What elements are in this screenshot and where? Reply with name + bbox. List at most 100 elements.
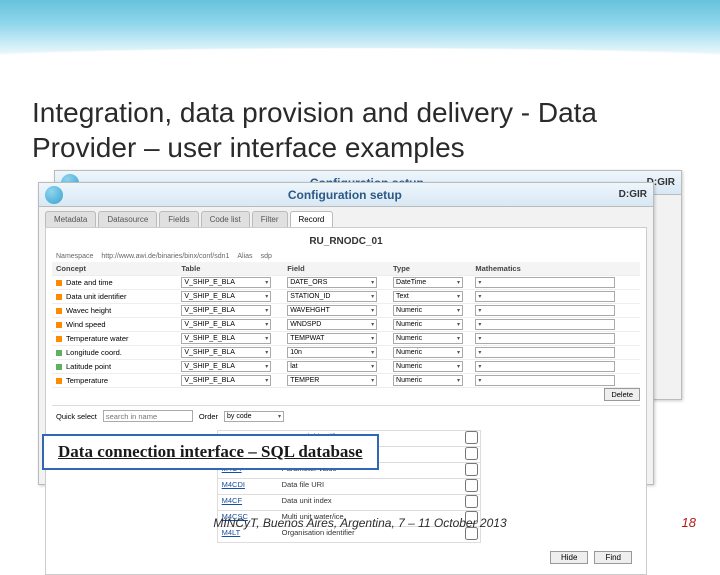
col-type: Type (393, 264, 475, 273)
type-select[interactable]: Numeric (393, 319, 463, 330)
namespace-label: Namespace (56, 253, 93, 260)
table-select[interactable]: V_SHIP_E_BLA (181, 277, 271, 288)
row-bullet-icon (56, 336, 62, 342)
caption-box: Data connection interface – SQL database (42, 434, 379, 470)
row-bullet-icon (56, 364, 62, 370)
topbar-title: Configuration setup (71, 188, 619, 202)
table-row: Data unit identifier V_SHIP_E_BLA STATION_… (52, 290, 640, 304)
field-select[interactable]: lat (287, 361, 377, 372)
alias-label: Alias (237, 253, 252, 260)
math-select[interactable] (475, 291, 615, 302)
bottom-buttons: Hide Find (52, 547, 640, 568)
field-select[interactable]: TEMPWAT (287, 333, 377, 344)
type-select[interactable]: Numeric (393, 305, 463, 316)
concept-cell: Temperature water (66, 334, 129, 343)
concept-cell: Wavec height (66, 306, 111, 315)
table-select[interactable]: V_SHIP_E_BLA (181, 361, 271, 372)
order-select[interactable]: by code (224, 411, 284, 422)
math-select[interactable] (475, 361, 615, 372)
math-select[interactable] (475, 277, 615, 288)
math-select[interactable] (475, 333, 615, 344)
row-bullet-icon (56, 378, 62, 384)
type-select[interactable]: Numeric (393, 361, 463, 372)
col-field: Field (287, 264, 393, 273)
table-select[interactable]: V_SHIP_E_BLA (181, 347, 271, 358)
namespace-value: http://www.awi.de/binaries/binx/conf/sdn… (101, 253, 229, 260)
code-desc: Data unit index (278, 495, 463, 510)
type-select[interactable]: Numeric (393, 333, 463, 344)
row-bullet-icon (56, 280, 62, 286)
table-row: Wavec height V_SHIP_E_BLA WAVEHGHT Numeric (52, 304, 640, 318)
math-select[interactable] (475, 347, 615, 358)
concept-cell: Data unit identifier (66, 292, 126, 301)
col-math: Mathematics (475, 264, 640, 273)
tab-fields[interactable]: Fields (159, 211, 198, 227)
tabbar: Metadata Datasource Fields Code list Fil… (39, 207, 653, 227)
tab-codelist[interactable]: Code list (201, 211, 250, 227)
col-concept: Concept (52, 264, 181, 273)
concept-cell: Longitude coord. (66, 348, 122, 357)
code-checkbox[interactable] (465, 447, 478, 460)
find-button[interactable]: Find (594, 551, 632, 564)
code-link[interactable]: M4CF (218, 495, 278, 510)
type-select[interactable]: Numeric (393, 375, 463, 386)
table-select[interactable]: V_SHIP_E_BLA (181, 291, 271, 302)
app-logo-icon (45, 186, 63, 204)
table-select[interactable]: V_SHIP_E_BLA (181, 305, 271, 316)
col-table: Table (181, 264, 287, 273)
list-item: M4CDIData file URI (217, 479, 482, 495)
field-select[interactable]: WAVEHGHT (287, 305, 377, 316)
concept-cell: Date and time (66, 278, 113, 287)
code-checkbox[interactable] (465, 463, 478, 476)
code-checkbox[interactable] (465, 479, 478, 492)
table-row: Latitude point V_SHIP_E_BLA lat Numeric (52, 360, 640, 374)
table-select[interactable]: V_SHIP_E_BLA (181, 319, 271, 330)
tab-record[interactable]: Record (290, 211, 334, 227)
table-row: Longitude coord. V_SHIP_E_BLA 10n Numeric (52, 346, 640, 360)
topbar: Configuration setup D:GIR (39, 183, 653, 207)
namespace-row: Namespace http://www.awi.de/binaries/bin… (52, 251, 640, 262)
row-bullet-icon (56, 308, 62, 314)
code-checkbox[interactable] (465, 495, 478, 508)
field-select[interactable]: STATION_ID (287, 291, 377, 302)
tab-filter[interactable]: Filter (252, 211, 288, 227)
topbar-brand: D:GIR (619, 189, 647, 200)
page-number: 18 (682, 515, 696, 530)
field-select[interactable]: DATE_ORS (287, 277, 377, 288)
field-select[interactable]: WNDSPD (287, 319, 377, 330)
concept-cell: Temperature (66, 376, 108, 385)
concept-cell: Wind speed (66, 320, 106, 329)
math-select[interactable] (475, 319, 615, 330)
row-bullet-icon (56, 322, 62, 328)
type-select[interactable]: DateTime (393, 277, 463, 288)
delete-button[interactable]: Delete (604, 388, 640, 401)
alias-value: sdp (261, 253, 272, 260)
table-select[interactable]: V_SHIP_E_BLA (181, 375, 271, 386)
order-label: Order (199, 412, 218, 421)
code-desc: Data file URI (278, 479, 463, 494)
slide-title: Integration, data provision and delivery… (32, 95, 688, 165)
code-checkbox[interactable] (465, 431, 478, 444)
list-item: M4CFData unit index (217, 495, 482, 511)
panel-name: RU_RNODC_01 (52, 234, 640, 251)
math-select[interactable] (475, 305, 615, 316)
field-select[interactable]: TEMPER (287, 375, 377, 386)
concept-cell: Latitude point (66, 362, 111, 371)
type-select[interactable]: Numeric (393, 347, 463, 358)
hide-button[interactable]: Hide (550, 551, 588, 564)
row-bullet-icon (56, 294, 62, 300)
code-link[interactable]: M4CDI (218, 479, 278, 494)
search-input[interactable] (103, 410, 193, 422)
row-bullet-icon (56, 350, 62, 356)
tab-metadata[interactable]: Metadata (45, 211, 96, 227)
tab-datasource[interactable]: Datasource (98, 211, 157, 227)
table-row: Wind speed V_SHIP_E_BLA WNDSPD Numeric (52, 318, 640, 332)
type-select[interactable]: Text (393, 291, 463, 302)
math-select[interactable] (475, 375, 615, 386)
footer-text: MINCyT, Buenos Aires, Argentina, 7 – 11 … (0, 516, 720, 530)
grid-header: Concept Table Field Type Mathematics (52, 262, 640, 276)
field-select[interactable]: 10n (287, 347, 377, 358)
table-row: Temperature water V_SHIP_E_BLA TEMPWAT Nume… (52, 332, 640, 346)
table-row: Temperature V_SHIP_E_BLA TEMPER Numeric (52, 374, 640, 388)
table-select[interactable]: V_SHIP_E_BLA (181, 333, 271, 344)
